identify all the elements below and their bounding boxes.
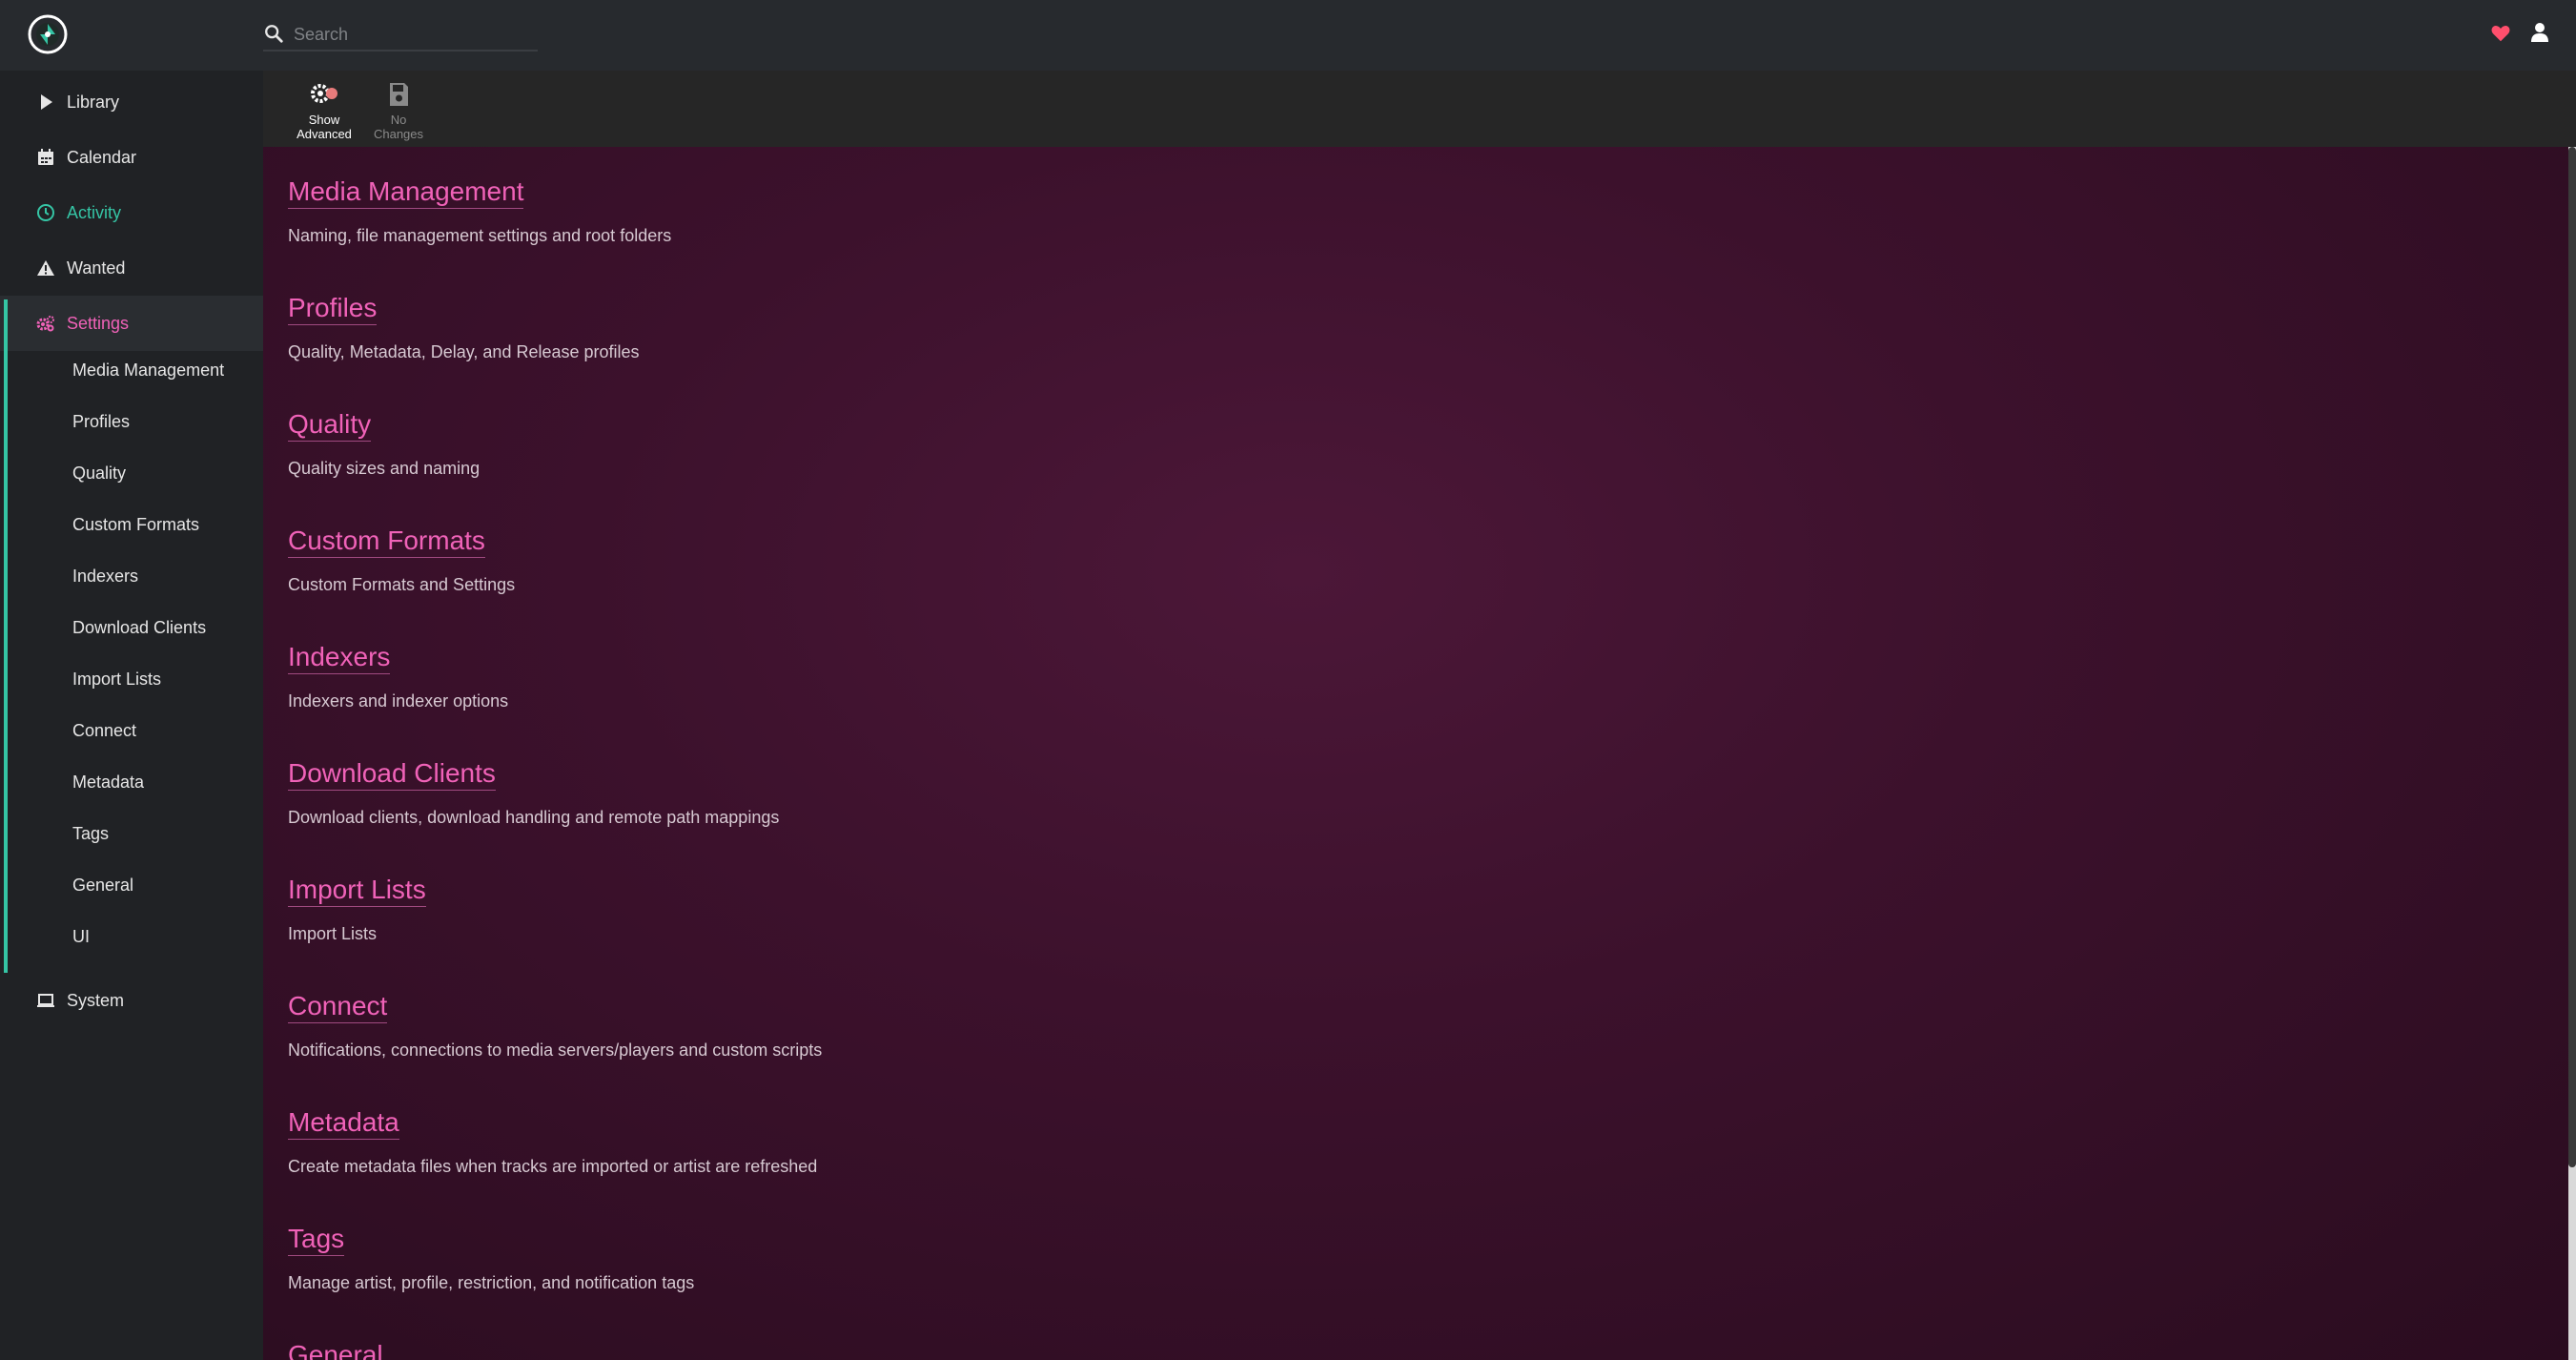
sidebar-subitem-media-management[interactable]: Media Management xyxy=(72,361,224,381)
section-link-indexers[interactable]: Indexers xyxy=(288,641,391,674)
section-link-tags[interactable]: Tags xyxy=(288,1223,345,1256)
settings-section: Connect Notifications, connections to me… xyxy=(288,990,822,1061)
sidebar-subitem-download-clients[interactable]: Download Clients xyxy=(72,618,206,638)
play-icon xyxy=(41,94,52,110)
save-icon xyxy=(390,83,408,106)
section-link-connect[interactable]: Connect xyxy=(288,990,388,1023)
settings-section: Profiles Quality, Metadata, Delay, and R… xyxy=(288,292,640,362)
settings-content: Media Management Naming, file management… xyxy=(263,147,2568,1360)
page-toolbar: Show Advanced No Changes xyxy=(263,71,2576,147)
section-link-profiles[interactable]: Profiles xyxy=(288,292,378,325)
settings-section: Indexers Indexers and indexer options xyxy=(288,641,508,711)
settings-section: Quality Quality sizes and naming xyxy=(288,408,480,479)
sidebar-item-label: Activity xyxy=(67,202,122,222)
show-advanced-button[interactable]: Show Advanced xyxy=(288,80,360,141)
sidebar-item-activity[interactable]: Activity xyxy=(0,185,263,240)
no-changes-label-1: No xyxy=(390,113,407,127)
search-bar xyxy=(263,19,538,52)
sidebar-subitem-general[interactable]: General xyxy=(72,876,133,896)
section-link-custom-formats[interactable]: Custom Formats xyxy=(288,525,485,558)
sidebar-subitem-import-lists[interactable]: Import Lists xyxy=(72,670,161,690)
settings-section: Metadata Create metadata files when trac… xyxy=(288,1106,817,1177)
section-description: Naming, file management settings and roo… xyxy=(288,226,672,245)
sidebar-subitem-indexers[interactable]: Indexers xyxy=(72,567,138,587)
section-description: Custom Formats and Settings xyxy=(288,575,516,594)
settings-section: General xyxy=(288,1339,383,1360)
gear-toggle-icon xyxy=(311,84,337,103)
sidebar-subitem-ui[interactable]: UI xyxy=(72,927,90,947)
section-description: Manage artist, profile, restriction, and… xyxy=(288,1273,695,1292)
app-logo-icon[interactable] xyxy=(27,13,69,55)
sidebar-subitem-custom-formats[interactable]: Custom Formats xyxy=(72,515,199,535)
warning-icon xyxy=(37,260,54,276)
sidebar-item-library[interactable]: Library xyxy=(0,74,263,130)
show-advanced-label-1: Show xyxy=(308,113,340,127)
settings-section: Custom Formats Custom Formats and Settin… xyxy=(288,525,515,595)
user-icon[interactable] xyxy=(2528,21,2551,44)
sidebar-item-wanted[interactable]: Wanted xyxy=(0,240,263,296)
section-description: Quality, Metadata, Delay, and Release pr… xyxy=(288,342,640,361)
save-changes-button[interactable]: No Changes xyxy=(362,80,435,141)
sidebar-item-label: System xyxy=(67,990,125,1010)
heart-icon[interactable] xyxy=(2490,23,2511,44)
section-description: Create metadata files when tracks are im… xyxy=(288,1157,818,1176)
sidebar-item-label: Calendar xyxy=(67,147,137,167)
section-description: Quality sizes and naming xyxy=(288,459,480,478)
no-changes-label-2: Changes xyxy=(373,127,424,141)
settings-section: Import Lists Import Lists xyxy=(288,874,426,944)
sidebar-item-calendar[interactable]: Calendar xyxy=(0,130,263,185)
section-link-general[interactable]: General xyxy=(288,1339,383,1360)
section-description: Download clients, download handling and … xyxy=(288,808,780,827)
search-input[interactable] xyxy=(294,19,536,50)
sidebar-subitem-tags[interactable]: Tags xyxy=(72,824,109,844)
section-description: Import Lists xyxy=(288,924,378,943)
sidebar-subitem-metadata[interactable]: Metadata xyxy=(72,773,144,793)
settings-section: Download Clients Download clients, downl… xyxy=(288,757,779,828)
laptop-icon xyxy=(37,994,54,1007)
section-link-import-lists[interactable]: Import Lists xyxy=(288,874,426,907)
clock-icon xyxy=(37,204,54,221)
section-link-metadata[interactable]: Metadata xyxy=(288,1106,399,1140)
sidebar-subitem-connect[interactable]: Connect xyxy=(72,721,136,741)
sidebar-subitem-quality[interactable]: Quality xyxy=(72,464,126,484)
show-advanced-label-2: Advanced xyxy=(296,127,352,141)
calendar-icon xyxy=(38,149,53,165)
settings-section: Tags Manage artist, profile, restriction… xyxy=(288,1223,694,1293)
sidebar: Library Calendar Activity Wanted Setting… xyxy=(0,71,263,1360)
section-description: Notifications, connections to media serv… xyxy=(288,1041,823,1060)
section-link-download-clients[interactable]: Download Clients xyxy=(288,757,496,791)
scrollbar-thumb[interactable] xyxy=(2568,147,2576,1167)
sidebar-item-label: Library xyxy=(67,92,120,112)
search-icon xyxy=(265,25,283,43)
settings-submenu: Media Management Profiles Quality Custom… xyxy=(4,299,263,973)
top-header xyxy=(0,0,2576,71)
content-scrollbar[interactable] xyxy=(2568,147,2576,1360)
settings-section: Media Management Naming, file management… xyxy=(288,175,671,246)
sidebar-subitem-profiles[interactable]: Profiles xyxy=(72,412,130,432)
section-description: Indexers and indexer options xyxy=(288,691,509,711)
sidebar-item-system[interactable]: System xyxy=(0,973,263,1028)
section-link-quality[interactable]: Quality xyxy=(288,408,372,442)
sidebar-item-label: Wanted xyxy=(67,258,126,278)
section-link-media-management[interactable]: Media Management xyxy=(288,175,524,209)
